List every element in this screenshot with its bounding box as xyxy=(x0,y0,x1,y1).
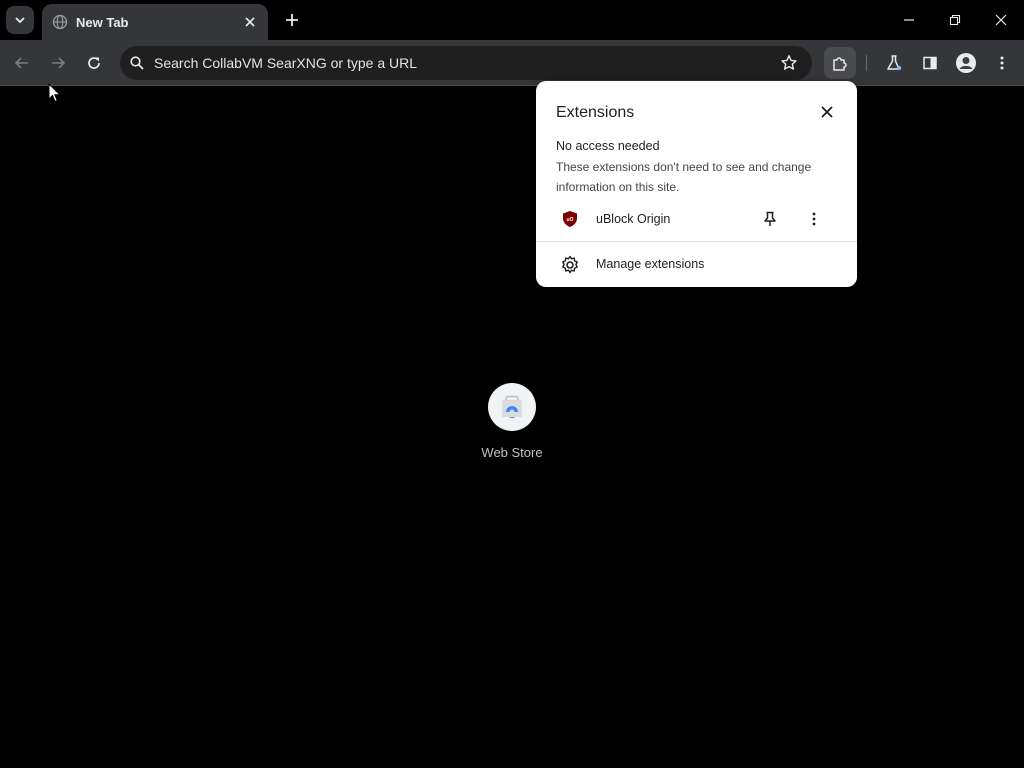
extensions-button[interactable] xyxy=(824,47,856,79)
popup-close-button[interactable] xyxy=(816,101,838,123)
star-icon xyxy=(781,55,797,70)
globe-icon xyxy=(52,14,68,30)
shortcut-tile xyxy=(488,383,536,431)
new-tab-page: Web Store xyxy=(0,87,1024,768)
svg-text:uO: uO xyxy=(567,217,574,223)
side-panel-button[interactable] xyxy=(916,49,944,77)
popup-title: Extensions xyxy=(556,104,635,121)
chevron-down-icon xyxy=(15,17,25,24)
omnibox[interactable]: Search CollabVM SearXNG or type a URL xyxy=(120,46,812,80)
pin-icon xyxy=(764,211,776,226)
minimize-icon xyxy=(904,19,914,21)
shortcut-label: Web Store xyxy=(481,445,543,460)
pin-extension-button[interactable] xyxy=(760,209,780,229)
bookmark-star-button[interactable] xyxy=(774,48,804,78)
minimize-button[interactable] xyxy=(886,0,932,40)
profile-button[interactable] xyxy=(952,49,980,77)
web-store-icon xyxy=(502,395,522,418)
close-window-icon xyxy=(995,14,1007,26)
restore-icon xyxy=(949,14,961,26)
tab-title: New Tab xyxy=(76,14,129,30)
toolbar: Search CollabVM SearXNG or type a URL xyxy=(0,40,1024,86)
labs-flask-icon xyxy=(887,55,902,71)
toolbar-divider xyxy=(866,55,867,71)
search-icon xyxy=(120,46,154,80)
chrome-menu-button[interactable] xyxy=(988,49,1016,77)
extension-row-ublock-origin[interactable]: uO uBlock Origin xyxy=(536,205,857,233)
forward-icon xyxy=(52,57,66,69)
labs-button[interactable] xyxy=(880,49,908,77)
close-window-button[interactable] xyxy=(978,0,1024,40)
tab-strip: New Tab xyxy=(0,0,1024,40)
plus-icon xyxy=(286,14,298,26)
profile-icon xyxy=(956,53,976,73)
ublock-shield-icon: uO xyxy=(563,211,577,227)
section-title: No access needed xyxy=(556,139,660,153)
close-icon xyxy=(245,17,255,27)
gear-icon xyxy=(562,255,578,274)
reload-icon xyxy=(88,57,100,69)
extension-more-options-button[interactable] xyxy=(804,209,824,229)
section-description: These extensions don't need to see and c… xyxy=(556,160,812,194)
shortcut-web-store[interactable]: Web Store xyxy=(472,383,552,460)
side-panel-icon xyxy=(923,56,937,70)
restore-button[interactable] xyxy=(932,0,978,40)
popup-divider xyxy=(536,241,857,242)
close-icon xyxy=(821,106,833,118)
mouse-cursor-icon xyxy=(48,83,62,103)
omnibox-placeholder: Search CollabVM SearXNG or type a URL xyxy=(154,55,417,71)
back-button[interactable] xyxy=(8,49,36,77)
kebab-menu-icon xyxy=(1000,56,1004,70)
kebab-menu-icon xyxy=(812,212,816,226)
extension-name: uBlock Origin xyxy=(596,212,671,226)
puzzle-icon xyxy=(833,57,847,71)
close-tab-button[interactable] xyxy=(242,14,258,30)
tab-search-button[interactable] xyxy=(6,6,34,34)
forward-button[interactable] xyxy=(44,49,72,77)
new-tab-button[interactable] xyxy=(280,8,304,32)
extensions-popup: Extensions No access needed These extens… xyxy=(536,81,857,287)
reload-button[interactable] xyxy=(80,49,108,77)
manage-extensions-row[interactable]: Manage extensions xyxy=(536,251,857,279)
tab-new-tab[interactable]: New Tab xyxy=(42,4,268,40)
back-icon xyxy=(14,57,28,69)
manage-extensions-label: Manage extensions xyxy=(596,257,705,271)
